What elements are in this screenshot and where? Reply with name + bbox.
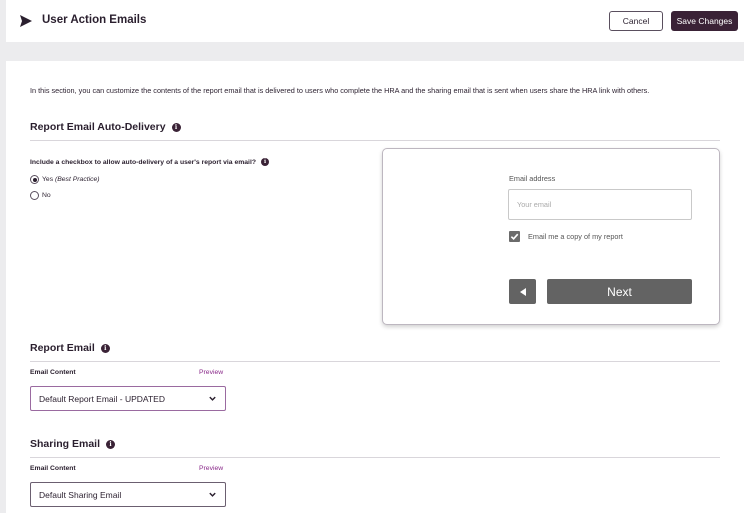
divider <box>30 457 720 458</box>
next-button[interactable]: Next <box>547 279 692 304</box>
email-address-label: Email address <box>509 174 556 183</box>
radio-button-yes[interactable] <box>30 175 39 184</box>
intro-text: In this section, you can customize the c… <box>30 86 650 95</box>
sharing-email-title-text: Sharing Email <box>30 438 101 450</box>
info-icon[interactable]: i <box>100 343 110 353</box>
save-changes-button[interactable]: Save Changes <box>671 11 738 31</box>
report-email-preview-link[interactable]: Preview <box>199 369 223 376</box>
email-copy-checkbox-row[interactable]: Email me a copy of my report <box>509 231 623 242</box>
triangle-left-icon <box>519 287 526 296</box>
radio-no-label: No <box>42 192 51 199</box>
report-email-selected-value: Default Report Email - UPDATED <box>39 393 165 404</box>
email-copy-label: Email me a copy of my report <box>528 232 623 241</box>
sharing-email-selected-value: Default Sharing Email <box>39 489 122 500</box>
auto-delivery-title: Report Email Auto-Delivery i <box>30 121 181 133</box>
auto-delivery-question: Include a checkbox to allow auto-deliver… <box>30 158 269 166</box>
cancel-button[interactable]: Cancel <box>609 11 663 31</box>
sharing-email-content-label: Email Content <box>30 465 76 472</box>
info-icon[interactable]: i <box>260 158 269 166</box>
radio-yes-note: (Best Practice) <box>54 176 100 183</box>
page-header: User Action Emails Cancel Save Changes <box>6 0 744 42</box>
back-button[interactable] <box>509 279 536 304</box>
report-email-title: Report Email i <box>30 342 110 354</box>
chevron-down-icon <box>209 396 216 401</box>
auto-delivery-question-text: Include a checkbox to allow auto-deliver… <box>30 158 256 166</box>
main-content: In this section, you can customize the c… <box>6 61 744 513</box>
report-email-select[interactable]: Default Report Email - UPDATED <box>30 386 226 411</box>
sharing-email-select[interactable]: Default Sharing Email <box>30 482 226 507</box>
radio-option-yes[interactable]: Yes (Best Practice) <box>30 175 100 184</box>
page-title: User Action Emails <box>42 14 147 26</box>
email-copy-checkbox[interactable] <box>509 231 520 242</box>
send-icon <box>20 15 32 27</box>
chevron-down-icon <box>209 492 216 497</box>
sharing-email-preview-link[interactable]: Preview <box>199 465 223 472</box>
radio-button-no[interactable] <box>30 191 39 200</box>
radio-option-no[interactable]: No <box>30 191 51 200</box>
auto-delivery-title-text: Report Email Auto-Delivery <box>30 121 166 133</box>
checkmark-icon <box>510 233 519 241</box>
report-email-content-label: Email Content <box>30 369 76 376</box>
auto-delivery-preview-card: Email address Your email Email me a copy… <box>382 148 720 325</box>
info-icon[interactable]: i <box>171 122 181 132</box>
email-input[interactable]: Your email <box>508 189 692 220</box>
divider <box>30 140 720 141</box>
divider <box>30 361 720 362</box>
radio-yes-label: Yes <box>42 176 54 183</box>
sharing-email-title: Sharing Email i <box>30 438 116 450</box>
info-icon[interactable]: i <box>106 439 116 449</box>
report-email-title-text: Report Email <box>30 342 95 354</box>
